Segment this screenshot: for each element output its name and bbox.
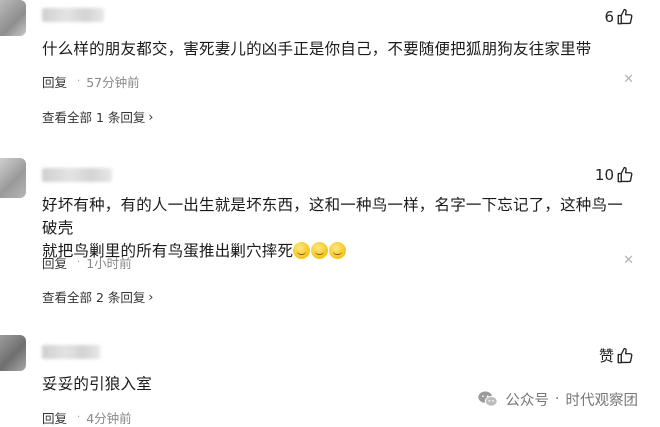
comment-time: 4分钟前 (86, 411, 132, 426)
comment-meta: 回复 · 4分钟前 (42, 408, 132, 427)
thumbs-up-icon (617, 8, 633, 25)
emoji-icon (293, 242, 311, 259)
username-blurred[interactable] (42, 8, 104, 22)
thumbs-up-icon (617, 166, 633, 183)
thumbs-up-icon (617, 347, 633, 363)
username-blurred[interactable] (42, 168, 112, 182)
like-button[interactable]: 6 (604, 8, 634, 26)
chevron-right-icon: › (148, 109, 154, 124)
watermark: 公众号 · 时代观察团 (477, 388, 638, 410)
like-count: 10 (594, 166, 614, 184)
meta-separator: · (77, 412, 81, 423)
wechat-icon (478, 391, 499, 407)
like-label: 赞 (598, 347, 614, 365)
like-count: 6 (604, 8, 614, 26)
reply-button[interactable]: 回复 (42, 408, 67, 427)
avatar[interactable] (0, 158, 26, 198)
meta-separator: · (77, 257, 81, 268)
close-icon[interactable]: ✕ (623, 253, 634, 268)
meta-separator: · (77, 76, 81, 87)
like-button[interactable]: 赞 (599, 345, 634, 366)
watermark-separator: · (554, 391, 560, 407)
like-button[interactable]: 10 (595, 166, 634, 184)
username-blurred[interactable] (42, 345, 100, 359)
watermark-prefix: 公众号 (505, 392, 549, 409)
view-all-replies[interactable]: 查看全部 2 条回复 › (42, 287, 153, 306)
chevron-right-icon: › (148, 289, 154, 304)
emoji-icon (311, 242, 329, 259)
view-all-replies-label: 查看全部 1 条回复 (42, 110, 146, 125)
comment-time: 57分钟前 (86, 75, 140, 90)
view-all-replies[interactable]: 查看全部 1 条回复 › (42, 107, 153, 126)
comment-time: 1小时前 (86, 256, 132, 271)
avatar[interactable] (0, 335, 26, 371)
comment-meta: 回复 · 57分钟前 (42, 72, 140, 91)
comment-text: 什么样的朋友都交，害死妻儿的凶手正是你自己，不要随便把狐朋狗友往家里带 (42, 40, 592, 58)
watermark-name: 时代观察团 (565, 392, 639, 409)
reply-button[interactable]: 回复 (42, 253, 67, 272)
emoji-icon (329, 242, 347, 259)
close-icon[interactable]: ✕ (623, 72, 634, 87)
reply-button[interactable]: 回复 (42, 72, 67, 91)
comment-text-line-1: 好坏有种，有的人一出生就是坏东西，这和一种鸟一样，名字一下忘记了，这种鸟一破壳 (42, 196, 623, 237)
view-all-replies-label: 查看全部 2 条回复 (42, 290, 146, 305)
comment-meta: 回复 · 1小时前 (42, 253, 132, 272)
avatar[interactable] (0, 0, 26, 36)
